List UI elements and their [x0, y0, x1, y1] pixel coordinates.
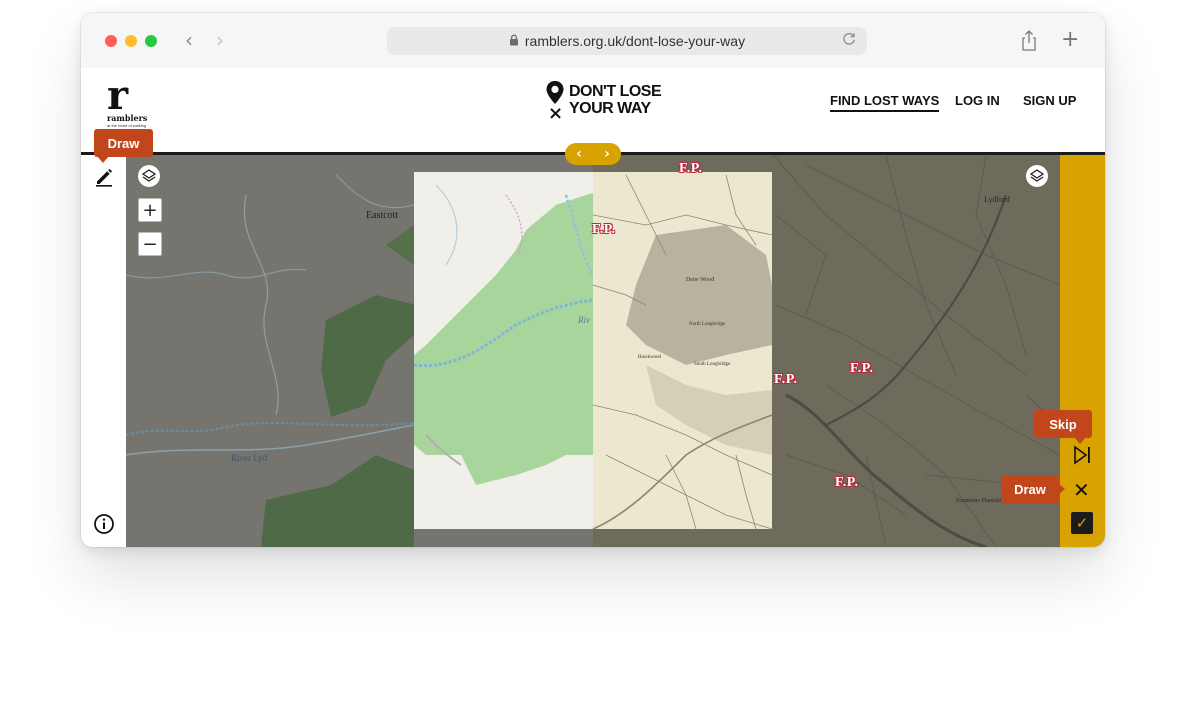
skip-tooltip: Skip: [1034, 410, 1092, 438]
reload-icon[interactable]: [841, 31, 857, 52]
skip-icon[interactable]: [1072, 445, 1092, 470]
slider-left-icon: ‹: [576, 146, 582, 162]
brand-x-mark: ×: [548, 103, 564, 124]
minimize-window-button[interactable]: [125, 35, 137, 47]
nav-sign-up[interactable]: SIGN UP: [1023, 93, 1076, 108]
browser-toolbar: ‹ › ramblers.org.uk/dont-lose-your-way +: [81, 13, 1105, 69]
fp-label: F.P.: [850, 361, 874, 376]
right-toolbar: ✕ ✓: [1060, 155, 1105, 547]
confirm-checkbox[interactable]: ✓: [1071, 512, 1093, 534]
share-icon[interactable]: [1020, 30, 1038, 57]
map-tiles: [126, 155, 1060, 547]
brand-line-2: YOUR WAY: [569, 100, 651, 117]
nav-find-lost-ways[interactable]: FIND LOST WAYS: [830, 93, 940, 112]
layers-icon-left[interactable]: [138, 165, 160, 187]
nav-log-in[interactable]: LOG IN: [955, 93, 1000, 108]
place-label-south-longbridge: South Longbridge: [694, 362, 731, 367]
zoom-in-button[interactable]: +: [138, 198, 162, 222]
place-label-dene-wood: Dene Wood: [686, 277, 715, 283]
close-window-button[interactable]: [105, 35, 117, 47]
new-tab-button[interactable]: +: [1061, 27, 1079, 52]
address-bar[interactable]: ramblers.org.uk/dont-lose-your-way: [387, 27, 867, 55]
place-label-river-lyd: River Lyd: [231, 453, 268, 463]
close-icon[interactable]: ✕: [1073, 480, 1090, 500]
brand-line-1: DON'T LOSE: [569, 83, 662, 100]
left-toolbar: [81, 155, 126, 547]
dont-lose-your-way-logo[interactable]: × DON'T LOSE YOUR WAY: [545, 80, 662, 130]
fp-label: F.P.: [592, 222, 616, 237]
back-button[interactable]: ‹: [185, 29, 193, 51]
place-label-plantation: Fountaine Plantation: [956, 498, 1006, 504]
tooltip-arrow: [1058, 483, 1065, 495]
zoom-out-button[interactable]: −: [138, 232, 162, 256]
zoom-window-button[interactable]: [145, 35, 157, 47]
info-icon[interactable]: [93, 513, 115, 540]
map-viewport[interactable]: Eastcott River Lyd Riv Lydford Dene Wood…: [126, 155, 1060, 547]
ramblers-logo[interactable]: r ramblers at the heart of walking: [107, 72, 167, 134]
fp-label: F.P.: [835, 475, 859, 490]
swipe-slider-handle[interactable]: ‹ ›: [565, 143, 621, 165]
layers-icon-right[interactable]: [1026, 165, 1048, 187]
place-label-riv: Riv: [578, 315, 590, 325]
lock-icon: [509, 33, 519, 49]
fp-label: F.P.: [774, 372, 798, 387]
tooltip-arrow: [1074, 437, 1086, 444]
place-label-lydford: Lydford: [984, 195, 1010, 204]
slider-right-icon: ›: [604, 146, 610, 162]
draw-tooltip-bottom: Draw: [1001, 475, 1059, 504]
browser-window: ‹ › ramblers.org.uk/dont-lose-your-way +…: [81, 13, 1105, 547]
forward-button[interactable]: ›: [216, 29, 224, 51]
url-text: ramblers.org.uk/dont-lose-your-way: [524, 33, 746, 49]
place-label-hawkwood: Hawkwood: [638, 355, 662, 360]
place-label-eastcott: Eastcott: [366, 210, 399, 221]
logo-name: ramblers: [107, 113, 148, 123]
logo-letter: r: [107, 72, 129, 119]
tooltip-arrow: [97, 156, 109, 163]
pencil-icon[interactable]: [93, 165, 115, 192]
site-header: r ramblers at the heart of walking × DON…: [81, 68, 1105, 155]
fp-label: F.P.: [679, 161, 703, 176]
place-label-north-longbridge: North Longbridge: [689, 322, 726, 327]
draw-tooltip-top: Draw: [94, 129, 153, 157]
logo-tagline: at the heart of walking: [107, 123, 147, 128]
